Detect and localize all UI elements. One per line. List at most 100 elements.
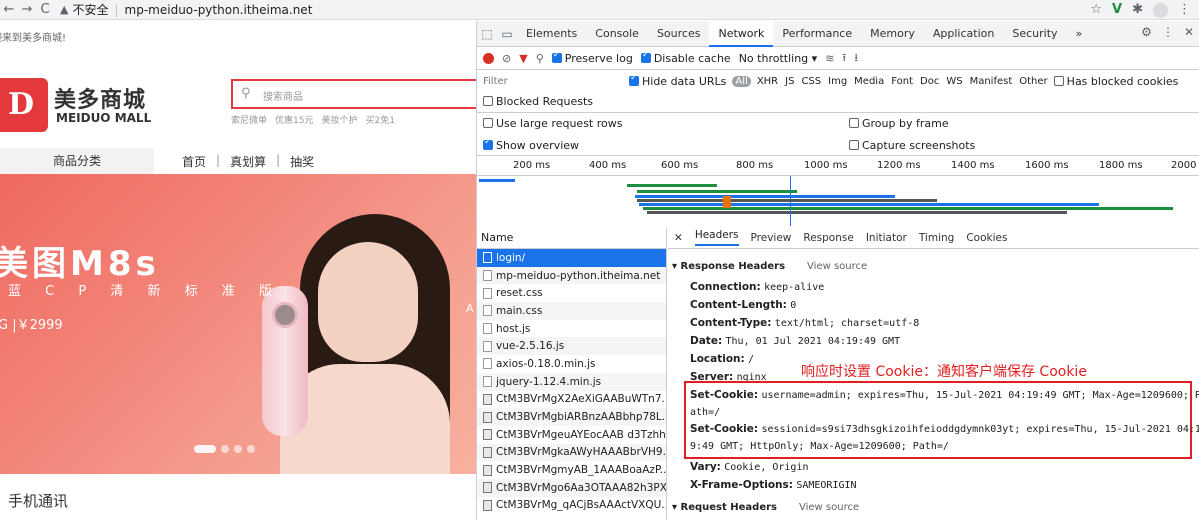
hot-word[interactable]: 美妆个护 xyxy=(321,113,357,126)
puzzle-icon[interactable]: ✱ xyxy=(1132,2,1143,18)
view-source-link[interactable]: View source xyxy=(799,502,859,513)
tab-console[interactable]: Console xyxy=(586,21,648,47)
type-media[interactable]: Media xyxy=(854,76,884,87)
type-ws[interactable]: WS xyxy=(946,76,962,87)
request-row[interactable]: CtM3BVrMgX2AeXiGAABuWTn7... xyxy=(477,391,666,409)
carousel-dot[interactable] xyxy=(234,445,242,453)
hot-word[interactable]: 买2免1 xyxy=(365,113,394,126)
tab-security[interactable]: Security xyxy=(1003,21,1066,47)
name-column-header[interactable]: Name xyxy=(477,227,666,249)
tab-sources[interactable]: Sources xyxy=(648,21,710,47)
tab-elements[interactable]: Elements xyxy=(517,21,586,47)
request-row[interactable]: reset.css xyxy=(477,284,666,302)
request-row[interactable]: CtM3BVrMgmyAB_1AAABoaAzP... xyxy=(477,461,666,479)
tab-preview[interactable]: Preview xyxy=(751,232,792,244)
throttling-select[interactable]: No throttling ▾ xyxy=(739,52,817,65)
disable-cache-checkbox[interactable]: Disable cache xyxy=(640,50,731,65)
request-row[interactable]: main.css xyxy=(477,302,666,320)
type-other[interactable]: Other xyxy=(1019,76,1047,87)
tab-more[interactable]: » xyxy=(1067,21,1092,47)
request-row[interactable]: host.js xyxy=(477,320,666,338)
view-source-link[interactable]: View source xyxy=(807,261,867,272)
type-doc[interactable]: Doc xyxy=(920,76,939,87)
tab-response[interactable]: Response xyxy=(803,232,853,244)
logo-cn[interactable]: 美多商城 xyxy=(54,82,146,114)
tab-headers[interactable]: Headers xyxy=(694,229,739,246)
blocked-cookies-checkbox[interactable]: Has blocked cookies xyxy=(1053,75,1178,88)
request-headers-section[interactable]: ▾ Request Headers View source xyxy=(672,502,859,513)
category-title[interactable]: 商品分类 xyxy=(0,148,154,174)
reload-icon[interactable]: C xyxy=(36,2,54,17)
type-js[interactable]: JS xyxy=(785,76,794,87)
type-all[interactable]: All xyxy=(732,75,751,87)
large-rows-checkbox[interactable]: Use large request rows xyxy=(483,117,622,130)
carousel-dot[interactable] xyxy=(221,445,229,453)
back-icon[interactable]: ← xyxy=(0,2,18,17)
filter-input[interactable]: Filter xyxy=(483,76,623,87)
filter-icon[interactable]: ▼ xyxy=(519,52,527,65)
import-icon[interactable]: ⭱ xyxy=(842,49,846,68)
network-overview[interactable] xyxy=(477,176,1199,231)
export-icon[interactable]: ⭳ xyxy=(854,49,858,68)
menu-item-lottery[interactable]: 抽奖 xyxy=(290,153,314,170)
menu-item-deals[interactable]: 真划算 xyxy=(230,153,266,170)
hide-data-urls-checkbox[interactable]: Hide data URLs xyxy=(629,73,726,88)
promo-banner[interactable]: 美图M8s 蓝 C P 清 新 标 准 版 G |￥2999 A xyxy=(0,174,476,474)
request-row[interactable]: login/ xyxy=(477,249,666,267)
search-input[interactable]: ⚲ 搜索商品 xyxy=(231,79,476,109)
tab-network[interactable]: Network xyxy=(709,21,774,47)
show-overview-checkbox[interactable]: Show overview xyxy=(483,137,579,152)
logo-en[interactable]: MEIDUO MALL xyxy=(56,111,151,125)
type-xhr[interactable]: XHR xyxy=(757,76,778,87)
logo-mark[interactable]: D xyxy=(0,78,48,132)
group-by-frame-checkbox[interactable]: Group by frame xyxy=(849,117,949,130)
more-icon[interactable]: ⋮ xyxy=(1178,2,1191,18)
tab-performance[interactable]: Performance xyxy=(773,21,861,47)
hot-word[interactable]: 优惠15元 xyxy=(275,113,313,126)
wifi-icon[interactable]: ≋ xyxy=(825,52,834,65)
request-row[interactable]: mp-meiduo-python.itheima.net xyxy=(477,266,666,285)
settings-icon[interactable]: ⚙ xyxy=(1141,25,1152,39)
menu-item-home[interactable]: 首页 xyxy=(182,153,206,170)
address-bar[interactable]: ▲ 不安全 | mp-meiduo-python.itheima.net xyxy=(60,1,312,18)
tab-initiator[interactable]: Initiator xyxy=(866,232,907,244)
blocked-requests-checkbox[interactable]: Blocked Requests xyxy=(483,95,593,108)
type-manifest[interactable]: Manifest xyxy=(970,76,1013,87)
request-row[interactable]: axios-0.18.0.min.js xyxy=(477,355,666,373)
type-font[interactable]: Font xyxy=(891,76,913,87)
response-headers-section[interactable]: ▾ Response Headers View source xyxy=(672,261,867,272)
clear-icon[interactable]: ⊘ xyxy=(502,52,511,65)
close-detail-icon[interactable]: ✕ xyxy=(674,232,683,244)
request-row[interactable]: jquery-1.12.4.min.js xyxy=(477,372,666,391)
preserve-log-checkbox[interactable]: Preserve log xyxy=(551,50,633,65)
request-row[interactable]: vue-2.5.16.js xyxy=(477,337,666,356)
header-key: Vary: xyxy=(690,461,721,473)
tab-cookies[interactable]: Cookies xyxy=(966,232,1007,244)
close-icon[interactable]: ✕ xyxy=(1184,25,1194,39)
inspect-icon[interactable]: ⬚ xyxy=(477,27,497,41)
type-css[interactable]: CSS xyxy=(801,76,821,87)
more-icon[interactable]: ⋮ xyxy=(1162,25,1174,39)
record-icon[interactable] xyxy=(483,53,494,64)
request-row[interactable]: CtM3BVrMg_qACjBsAAActVXQU... xyxy=(477,497,666,515)
request-row[interactable]: CtM3BVrMgo6Aa3OTAAA82h3PX... xyxy=(477,478,666,497)
device-toggle-icon[interactable]: ▭ xyxy=(497,27,517,41)
carousel-dot[interactable] xyxy=(194,445,216,453)
capture-screenshots-checkbox[interactable]: Capture screenshots xyxy=(849,139,975,152)
type-img[interactable]: Img xyxy=(828,76,847,87)
request-row[interactable]: CtM3BVrMgeuAYEocAAB d3Tzhh... xyxy=(477,426,666,444)
star-icon[interactable]: ☆ xyxy=(1090,2,1102,18)
request-row[interactable]: CtM3BVrMgbiARBnzAABbhp78L... xyxy=(477,408,666,426)
tab-application[interactable]: Application xyxy=(924,21,1003,47)
search-icon[interactable]: ⚲ xyxy=(536,52,544,65)
carousel-dot[interactable] xyxy=(247,445,255,453)
vue-extension-icon[interactable]: V xyxy=(1112,2,1122,18)
url-text[interactable]: mp-meiduo-python.itheima.net xyxy=(125,3,313,17)
tab-memory[interactable]: Memory xyxy=(861,21,924,47)
tab-timing[interactable]: Timing xyxy=(919,232,954,244)
hot-word[interactable]: 索尼微单 xyxy=(231,113,267,126)
profile-avatar[interactable] xyxy=(1153,3,1168,18)
timeline-tick: 600 ms xyxy=(661,160,699,171)
forward-icon[interactable]: → xyxy=(18,2,36,17)
request-row[interactable]: CtM3BVrMgkaAWyHAAABbrVH9... xyxy=(477,443,666,462)
